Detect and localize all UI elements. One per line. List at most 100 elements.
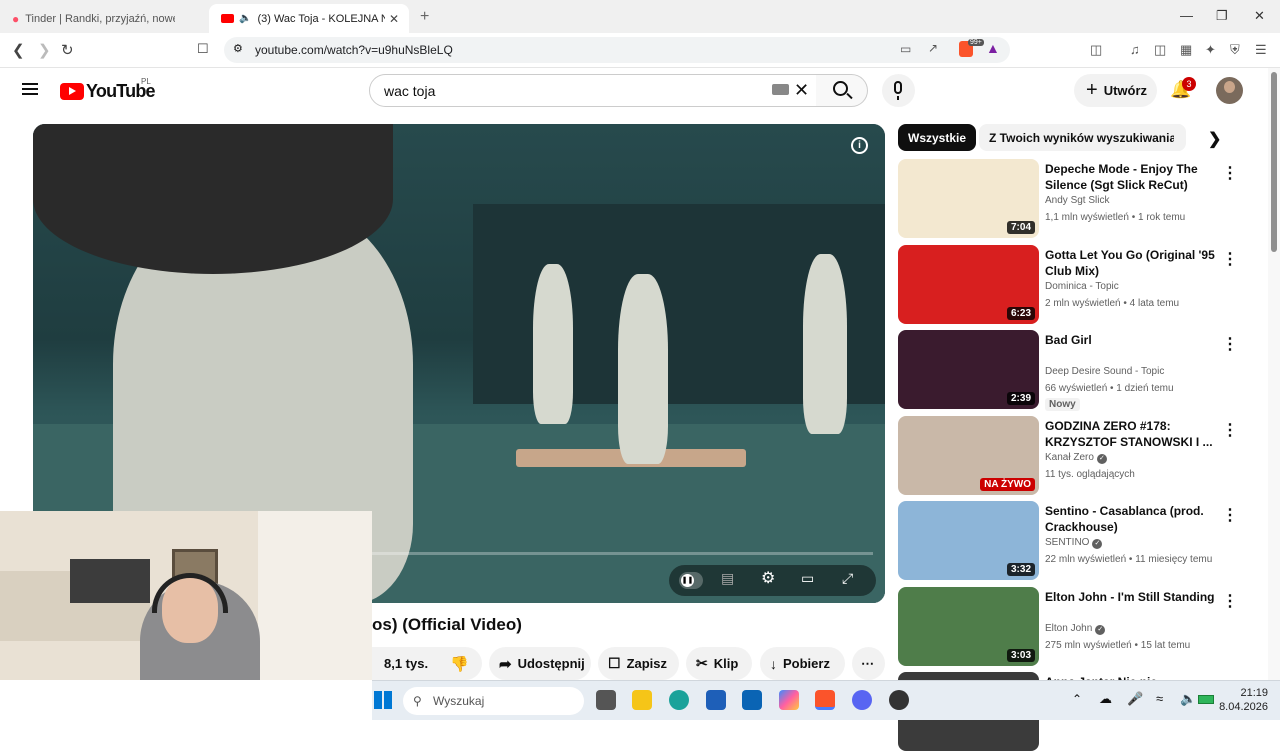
video-thumbnail[interactable]: 6:23 [898,244,1039,324]
video-thumbnail[interactable]: 3:03 [898,586,1039,666]
recommendation-item[interactable]: 3:32 Sentino - Casablanca (prod. Crackhou… [898,501,1268,580]
info-icon[interactable]: i [851,137,868,154]
video-title[interactable]: Bad Girl [1045,332,1215,348]
guide-menu-icon[interactable] [22,83,38,95]
forward-button[interactable]: ❯ [38,41,51,59]
file-explorer-icon[interactable] [632,690,652,710]
recommendation-item[interactable]: 6:23 Gotta Let You Go (Original '95 Club … [898,244,1268,324]
video-title[interactable]: Gotta Let You Go (Original '95 Club Mix) [1045,247,1215,279]
cast-icon[interactable]: ▭ [900,42,911,56]
new-tab-button[interactable]: + [420,8,429,26]
search-button[interactable] [816,74,868,107]
recommendation-item[interactable]: 7:04 Depeche Mode - Enjoy The Silence (Sg… [898,159,1268,238]
search-input[interactable]: wac toja ✕ [369,74,817,107]
more-options-icon[interactable]: ⋮ [1222,420,1238,440]
more-options-icon[interactable]: ⋮ [1222,334,1238,354]
video-title[interactable]: Sentino - Casablanca (prod. Crackhouse) [1045,503,1215,535]
voice-search-button[interactable] [882,74,915,107]
store-icon[interactable] [706,690,726,710]
settings-gear-icon[interactable]: ⚙ [761,568,775,588]
taskbar-search[interactable]: ⚲ Wyszukaj [403,687,584,715]
brave-rewards-icon[interactable]: ▲ [986,40,1000,56]
tab-youtube[interactable]: 🔈 (3) Wac Toja - KOLEJNA NOC ✕ [209,4,409,33]
cloud-icon[interactable]: ☁ [1099,691,1112,707]
microphone-icon[interactable]: 🎤 [1127,691,1143,707]
back-button[interactable]: ❮ [12,41,25,59]
avatar[interactable] [1216,77,1243,104]
battery-icon[interactable] [1198,695,1214,704]
chevron-right-icon[interactable]: ❯ [1208,129,1221,149]
more-options-icon[interactable]: ⋮ [1222,591,1238,611]
autoplay-toggle[interactable]: ❚❚ [679,572,703,589]
outlook-icon[interactable] [742,690,762,710]
close-tab-icon[interactable]: ✕ [389,12,399,26]
maximize-button[interactable]: ❐ [1216,8,1228,24]
app-icon[interactable] [889,690,909,710]
like-button[interactable]: 8,1 tys. 👎 [372,647,482,680]
clip-button[interactable]: ✂ Klip [686,647,752,680]
sidebar-icon[interactable]: ◫ [1154,42,1166,58]
download-button[interactable]: ↓ Pobierz [760,647,845,680]
vpn-icon[interactable]: ⛨ [1230,42,1240,58]
channel-name[interactable]: Kanał Zero ✓ [1045,452,1107,464]
video-thumbnail[interactable]: 7:04 [898,159,1039,238]
video-thumbnail[interactable]: 2:39 [898,330,1039,409]
copilot-icon[interactable] [779,690,799,710]
scrollbar-thumb[interactable] [1271,72,1277,252]
recommendation-item[interactable]: 3:03 Elton John - I'm Still Standing Elton… [898,586,1268,666]
reload-button[interactable]: ↻ [61,41,74,59]
youtube-logo[interactable]: YouTube PL [60,77,156,102]
more-options-icon[interactable]: ⋮ [1222,163,1238,183]
dislike-icon[interactable]: 👎 [450,655,469,673]
channel-name[interactable]: Elton John ✓ [1045,623,1106,635]
task-view-icon[interactable] [596,690,616,710]
share-button[interactable]: ➦ Udostępnij [489,647,591,680]
wifi-icon[interactable]: ≈ [1156,691,1163,706]
channel-name[interactable]: Deep Desire Sound - Topic [1045,366,1164,377]
page-scrollbar[interactable] [1268,68,1280,680]
windows-start-icon[interactable] [374,691,392,709]
more-options-icon[interactable]: ⋮ [1222,249,1238,269]
chip-next[interactable] [1174,124,1184,151]
video-title[interactable]: Elton John - I'm Still Standing [1045,589,1215,605]
media-icon[interactable]: ♫ [1130,42,1140,57]
create-button[interactable]: + Utwórz [1074,74,1157,107]
more-actions-button[interactable]: ⋯ [852,647,885,680]
volume-icon[interactable]: 🔈 [1180,691,1196,707]
chip-from-search[interactable]: Z Twoich wyników wyszukiwania [979,124,1187,151]
keyboard-icon[interactable] [772,84,789,95]
chevron-up-icon[interactable]: ⌃ [1072,692,1082,706]
theater-mode-icon[interactable]: ▭ [801,570,814,587]
video-title[interactable]: GODZINA ZERO #178: KRZYSZTOF STANOWSKI I… [1045,418,1215,450]
close-window-button[interactable]: ✕ [1254,8,1265,24]
share-icon[interactable]: ↗ [928,41,938,55]
discord-icon[interactable] [852,690,872,710]
video-thumbnail[interactable]: NA ŻYWO [898,415,1039,495]
minimize-button[interactable]: — [1180,8,1193,23]
site-info-icon[interactable]: ⚙ [233,42,243,55]
video-title[interactable]: Depeche Mode - Enjoy The Silence (Sgt Sl… [1045,161,1215,193]
fullscreen-icon[interactable]: ⤢ [842,570,853,587]
channel-name[interactable]: SENTINO ✓ [1045,537,1103,549]
recommendation-item[interactable]: 2:39 Bad Girl Deep Desire Sound - Topic 66 … [898,330,1268,411]
clear-search-icon[interactable]: ✕ [794,80,809,101]
bookmark-icon[interactable]: ☐ [197,41,209,57]
speaker-icon[interactable]: 🔈 [239,13,251,24]
recommendation-item[interactable]: NA ŻYWO GODZINA ZERO #178: KRZYSZTOF STAN… [898,415,1268,495]
chip-all[interactable]: Wszystkie [898,124,977,151]
brave-taskbar-icon[interactable] [815,690,835,710]
menu-icon[interactable]: ☰ [1255,42,1267,58]
leo-ai-icon[interactable]: ✦ [1205,42,1216,58]
reader-mode-icon[interactable]: ◫ [1090,42,1102,58]
channel-name[interactable]: Dominica - Topic [1045,281,1119,292]
system-clock[interactable]: 21:19 8.04.2026 [1219,686,1268,714]
wallet-icon[interactable]: ▦ [1180,42,1192,58]
save-button[interactable]: ☐ Zapisz [598,647,679,680]
tab-tinder[interactable]: ● Tinder | Randki, przyjaźń, nowe znajo [0,4,205,33]
channel-name[interactable]: Andy Sgt Slick [1045,195,1109,206]
address-bar[interactable]: ⚙ youtube.com/watch?v=u9huNsBleLQ ▭ ↗ 99… [224,37,1010,63]
subtitles-icon[interactable]: ▤ [721,570,734,587]
more-options-icon[interactable]: ⋮ [1222,505,1238,525]
edge-icon[interactable] [669,690,689,710]
video-thumbnail[interactable]: 3:32 [898,501,1039,580]
